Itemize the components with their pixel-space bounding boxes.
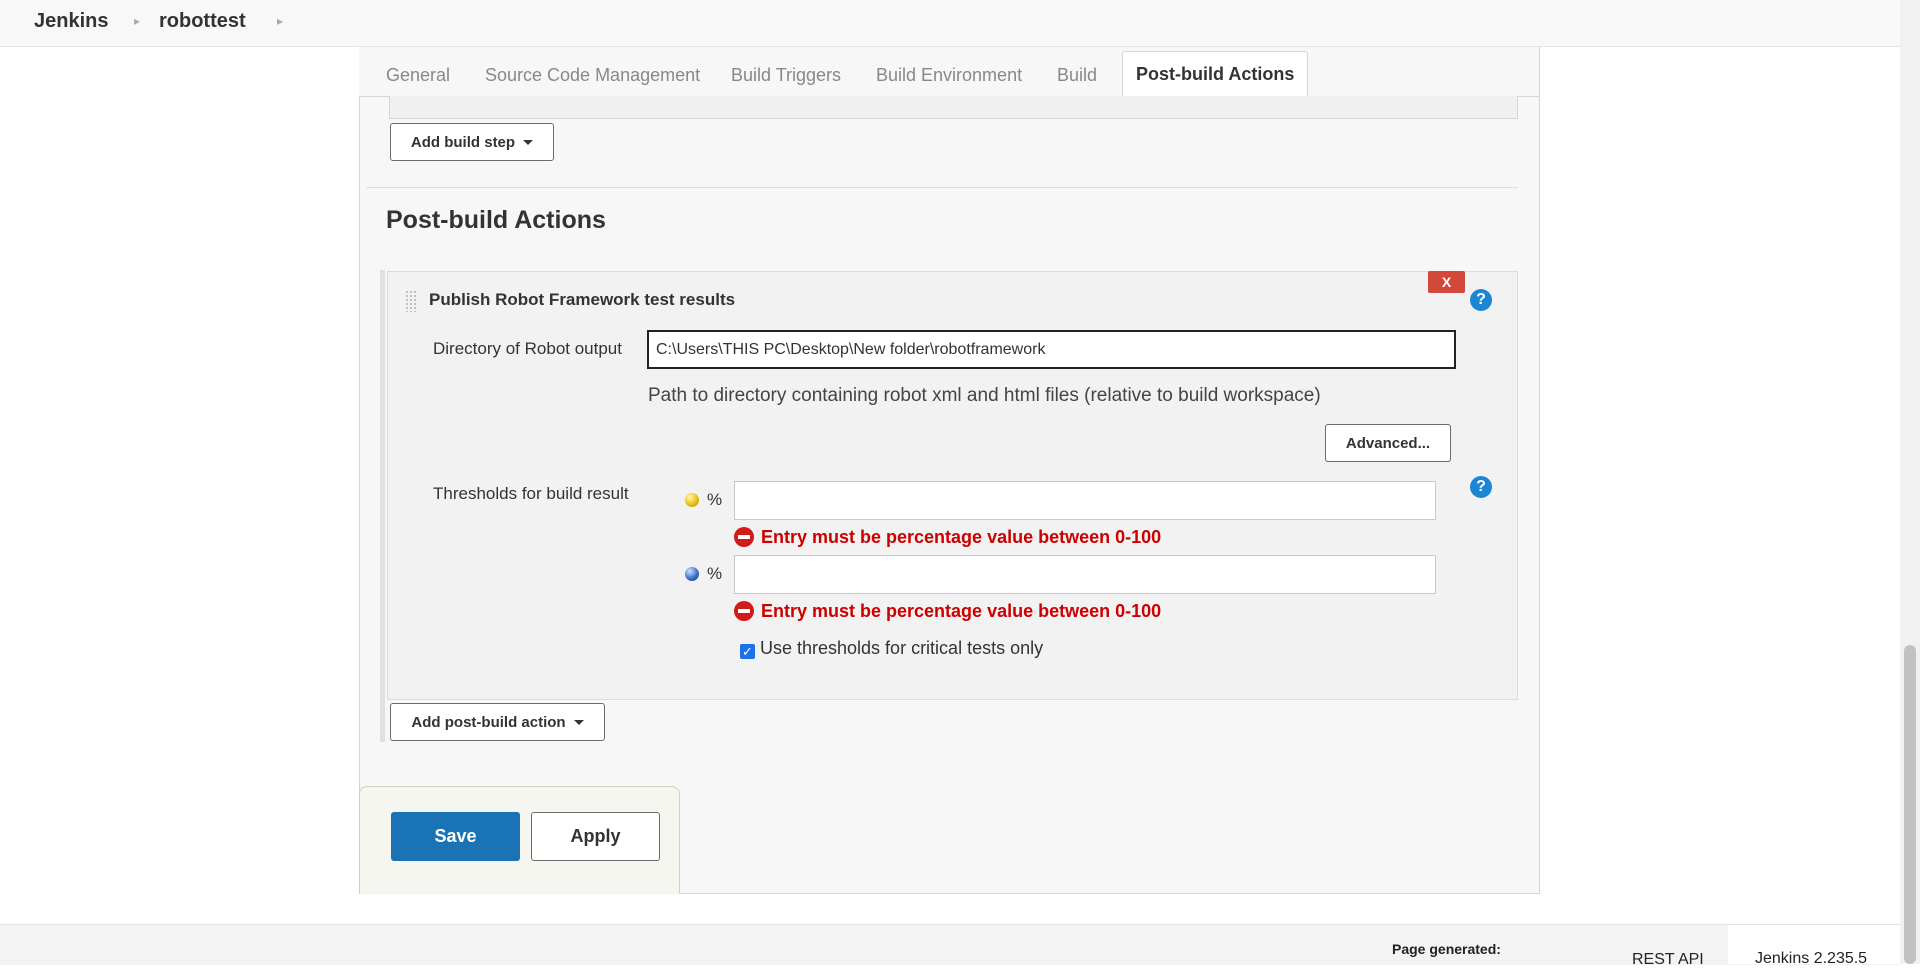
advanced-label: Advanced... — [1345, 434, 1431, 452]
section-left-bar — [380, 270, 385, 742]
tab-build-triggers[interactable]: Build Triggers — [731, 65, 841, 86]
unstable-threshold-input[interactable] — [734, 481, 1436, 520]
apply-button[interactable]: Apply — [531, 812, 660, 861]
output-dir-input[interactable] — [647, 330, 1456, 369]
thresholds-help-icon[interactable]: ? — [1470, 476, 1492, 498]
drag-handle-icon[interactable] — [405, 290, 417, 312]
unstable-percent-symbol: % — [707, 490, 723, 509]
save-button[interactable]: Save — [391, 812, 520, 861]
add-build-step-button[interactable]: Add build step — [390, 123, 554, 161]
breadcrumb-separator-icon: ▸ — [134, 14, 141, 28]
thresholds-label: Thresholds for build result — [433, 484, 629, 503]
config-tabs: General Source Code Management Build Tri… — [359, 47, 1539, 97]
add-build-step-label: Add build step — [410, 133, 516, 151]
scrollbar-thumb[interactable] — [1904, 645, 1916, 964]
add-post-build-action-button[interactable]: Add post-build action — [390, 703, 605, 741]
error-icon — [734, 527, 754, 547]
pass-status-icon — [685, 567, 699, 581]
page-footer: Page generated: REST API — [0, 924, 1900, 968]
add-post-build-action-label: Add post-build action — [411, 713, 566, 731]
pass-threshold-error: Entry must be percentage value between 0… — [761, 601, 1162, 621]
critical-only-checkbox[interactable]: ✓ — [740, 644, 755, 659]
tab-build[interactable]: Build — [1057, 65, 1097, 86]
error-icon — [734, 601, 754, 621]
rest-api-link[interactable]: REST API — [1632, 951, 1704, 969]
help-icon[interactable]: ? — [1470, 289, 1492, 311]
caret-down-icon — [573, 719, 584, 725]
version-box: Jenkins 2.235.5 — [1728, 925, 1900, 967]
tab-build-environment[interactable]: Build Environment — [876, 65, 1022, 86]
breadcrumb-robottest[interactable]: robottest — [159, 10, 246, 33]
advanced-button[interactable]: Advanced... — [1325, 424, 1451, 462]
caret-down-icon — [523, 139, 534, 145]
pass-percent-symbol: % — [707, 564, 723, 583]
breadcrumb-jenkins[interactable]: Jenkins — [34, 10, 108, 33]
previous-build-step-box — [389, 96, 1518, 119]
tab-source-code-management[interactable]: Source Code Management — [485, 65, 700, 86]
tab-post-build-actions[interactable]: Post-build Actions — [1122, 51, 1309, 97]
breadcrumb-menu-icon[interactable]: ▸ — [277, 14, 283, 28]
delete-publisher-button[interactable]: X — [1428, 271, 1465, 293]
critical-only-label[interactable]: Use thresholds for critical tests only — [760, 638, 1043, 659]
robot-publisher-title: Publish Robot Framework test results — [429, 290, 736, 309]
jenkins-version-link[interactable]: Jenkins 2.235.5 — [1755, 950, 1867, 968]
section-divider — [366, 187, 1518, 188]
breadcrumb-bar: Jenkins ▸ robottest ▸ — [0, 0, 1900, 47]
output-dir-label: Directory of Robot output — [433, 339, 622, 358]
output-dir-hint: Path to directory containing robot xml a… — [648, 385, 1321, 406]
unstable-threshold-error: Entry must be percentage value between 0… — [761, 527, 1162, 547]
tab-general[interactable]: General — [386, 65, 450, 86]
page-generated-label: Page generated: — [1392, 941, 1501, 957]
pass-threshold-input[interactable] — [734, 555, 1436, 594]
unstable-status-icon — [685, 493, 699, 507]
post-build-actions-heading: Post-build Actions — [386, 206, 606, 234]
